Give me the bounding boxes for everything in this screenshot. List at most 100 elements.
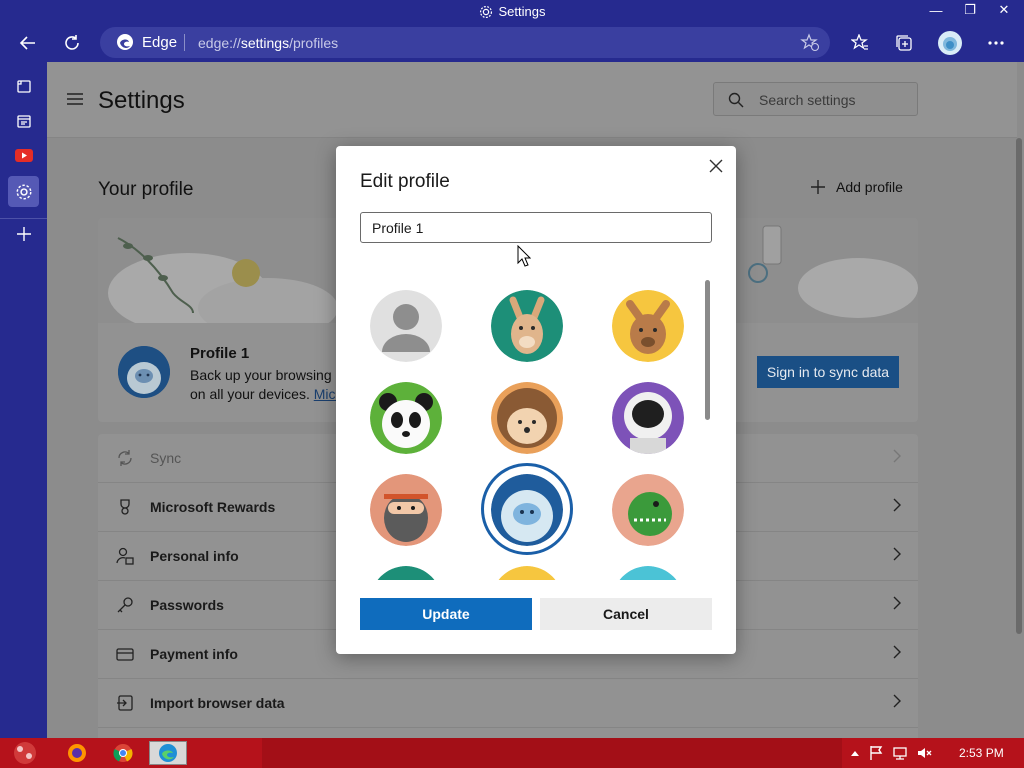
card-icon [116,648,134,661]
import-icon [117,695,133,711]
avatar-grid-scrollbar[interactable] [705,280,710,420]
flag-icon[interactable] [868,745,884,761]
chevron-right-icon [893,645,901,659]
gear-icon [479,5,492,19]
key-icon [117,597,133,613]
profile-description-line1: Back up your browsing d [190,367,344,383]
avatar-kangaroo[interactable] [491,290,563,362]
cancel-button[interactable]: Cancel [540,598,712,630]
tabs-icon[interactable] [8,70,39,101]
edit-profile-dialog: Edit profile Profile 1 Update Cancel [336,146,736,654]
collections-toolbar-icon[interactable] [892,31,916,55]
list-item-import[interactable]: Import browser data [98,679,918,728]
update-button[interactable]: Update [360,598,532,630]
browser-toolbar: Edge edge://settings/profiles [0,22,1024,62]
edge-icon [159,744,177,762]
list-item-label: Sync [150,450,182,466]
personal-info-icon [116,547,134,565]
sync-icon [118,450,132,466]
chevron-right-icon [893,596,901,610]
list-item-label: Import browser data [150,695,285,711]
list-item-label: Passwords [150,597,224,613]
more-options-icon[interactable] [984,31,1008,55]
edge-logo-icon [117,34,133,50]
address-bar[interactable]: Edge edge://settings/profiles [100,27,830,58]
selected-avatar-ring [481,463,573,555]
youtube-icon[interactable] [8,140,39,171]
sign-in-sync-button[interactable]: Sign in to sync data [757,356,899,388]
avatar-grid [360,280,712,580]
avatar-hedgehog[interactable] [491,382,563,454]
mouse-cursor-icon [517,245,531,267]
taskbar-clock[interactable]: 2:53 PM [959,746,1004,760]
restore-button[interactable]: ❐ [954,1,986,19]
search-input[interactable]: Search settings [713,82,918,116]
add-icon[interactable] [8,218,39,249]
refresh-icon[interactable] [60,31,84,55]
avatar-ninja[interactable] [370,474,442,546]
browser-sidebar [0,62,47,738]
url-prefix: edge:// [198,35,241,51]
hamburger-menu-icon[interactable] [67,92,83,106]
taskbar-edge[interactable] [149,741,187,765]
plus-icon [811,180,825,194]
minimize-button[interactable]: — [920,1,952,19]
settings-icon[interactable] [8,176,39,207]
window-title: Settings [0,4,1024,19]
chevron-up-icon[interactable] [850,749,860,757]
chrome-icon [113,744,133,762]
add-favorite-icon[interactable] [800,33,820,53]
avatar-row4-3[interactable] [612,566,684,580]
url-bold: settings [240,35,290,51]
system-tray [850,738,932,768]
list-item-label: Payment info [150,646,238,662]
search-icon [728,92,744,108]
url-suffix: /profiles [289,35,339,51]
back-icon[interactable] [16,31,40,55]
address-separator [184,34,185,51]
page-title: Settings [98,87,185,114]
avatar-fox-dog[interactable] [612,290,684,362]
avatar-astronaut[interactable] [612,382,684,454]
chevron-right-icon [893,498,901,512]
section-heading: Your profile [98,179,194,200]
chevron-right-icon [893,694,901,708]
close-window-button[interactable]: ✕ [988,1,1020,19]
settings-header: Settings Search settings [47,62,1017,138]
avatar-panda[interactable] [370,382,442,454]
page-scrollbar[interactable] [1016,138,1022,634]
chevron-right-icon [893,449,901,463]
avatar-default-person[interactable] [370,290,442,362]
avatar-row4-2[interactable] [491,566,563,580]
taskbar-pattern [262,738,842,768]
avatar-dinosaur[interactable] [612,474,684,546]
profile-description-line2: on all your devices. Micr [190,386,340,402]
profile-description-text: on all your devices. [190,386,310,402]
avatar-row4-1[interactable] [370,566,442,580]
profile-name-input[interactable] [360,212,712,243]
rewards-icon [120,499,130,515]
close-icon[interactable] [706,156,726,176]
add-profile-label: Add profile [836,179,903,195]
profile-avatar-icon[interactable] [937,30,963,56]
add-profile-button[interactable]: Add profile [810,179,903,195]
firefox-icon [68,744,86,762]
search-placeholder: Search settings [759,92,856,108]
collections-icon[interactable] [8,105,39,136]
list-item-label: Microsoft Rewards [150,499,276,515]
window-title-text: Settings [498,4,546,19]
url-text: edge://settings/profiles [198,35,338,51]
edge-label: Edge [142,34,178,51]
favorites-icon[interactable] [848,31,872,55]
start-button-icon[interactable] [8,740,42,766]
taskbar-firefox[interactable] [58,741,96,765]
window-titlebar: Settings — ❐ ✕ [0,0,1024,22]
network-icon[interactable] [892,745,908,761]
dialog-title: Edit profile [360,171,450,192]
profile-avatar [118,346,170,398]
list-item-label: Personal info [150,548,239,564]
chevron-right-icon [893,547,901,561]
taskbar: 2:53 PM [0,738,1024,768]
taskbar-chrome[interactable] [104,741,142,765]
volume-muted-icon[interactable] [916,745,932,761]
